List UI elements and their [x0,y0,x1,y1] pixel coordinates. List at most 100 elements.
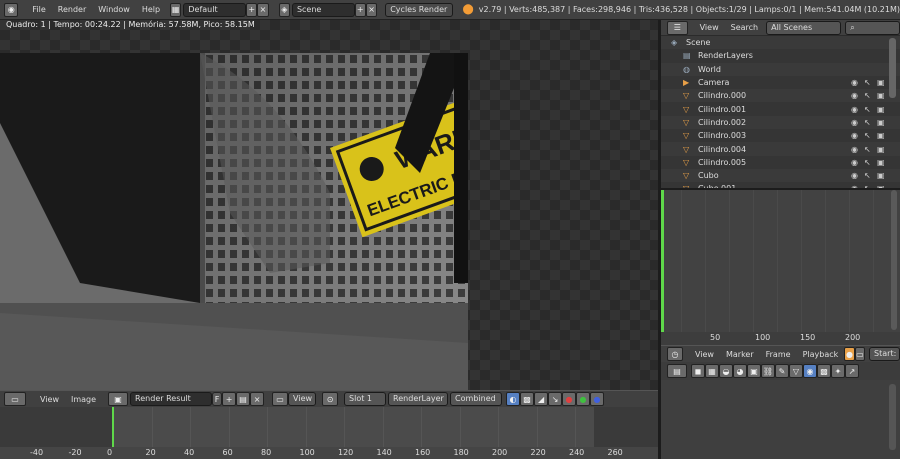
menu-render[interactable]: Render [52,5,92,14]
cursor-icon[interactable]: ↖ [864,171,871,180]
cursor-icon[interactable]: ↖ [864,78,871,87]
properties-scrollbar[interactable] [889,384,896,450]
render-tab-icon[interactable]: ◼ [691,364,705,378]
data-tab-icon[interactable]: ▽ [789,364,803,378]
eye-icon[interactable]: ◉ [851,105,858,114]
draw-rgb-icon[interactable]: ◐ [506,392,521,406]
bottom-timeline[interactable]: -40 -20 0 20 40 60 80 100 120 140 160 180 200 220 240 2… [0,407,658,459]
eye-icon[interactable]: ◉ [851,171,858,180]
start-frame-field[interactable]: Start: [869,347,900,361]
image-browse-icon[interactable]: ▣ [108,392,129,406]
menu-help[interactable]: Help [136,5,166,14]
current-frame-line[interactable] [112,407,114,447]
layout-field[interactable]: Default [183,2,247,17]
eye-icon[interactable]: ◉ [851,145,858,154]
sample-tool-icon[interactable]: ↘ [548,392,563,406]
draw-alpha-icon[interactable]: ▩ [520,392,535,406]
camera-render-icon[interactable]: ▣ [877,105,885,114]
outliner-row[interactable]: ▽ Cilindro.001 ◉ ↖ ▣ [661,102,900,116]
graph-area[interactable]: 50 100 150 200 [661,190,900,345]
timeline-menu-view[interactable]: View [689,350,720,359]
camera-render-icon[interactable]: ▣ [877,118,885,127]
timeline-menu-marker[interactable]: Marker [720,350,760,359]
particles-tab-icon[interactable]: ✦ [831,364,845,378]
modifiers-tab-icon[interactable]: ✎ [775,364,789,378]
render-layers-tab-icon[interactable]: ▦ [705,364,719,378]
outliner[interactable]: ◈ Scene ▤ RenderLayers ◍ World ▶ Camera ◉ ↖ ▣ ▽ Cili… [661,36,900,196]
remove-scene-icon[interactable]: × [365,2,378,17]
cursor-icon[interactable]: ↖ [864,158,871,167]
timeline-type-icon[interactable]: ◷ [667,347,683,361]
camera-render-icon[interactable]: ▣ [877,158,885,167]
pivot-icon[interactable]: ⊙ [322,392,339,406]
object-tab-icon[interactable]: ▣ [747,364,761,378]
menu-window[interactable]: Window [92,5,136,14]
eye-icon[interactable]: ◉ [851,91,858,100]
image-viewer[interactable]: Quadro: 1 | Tempo: 00:24.22 | Memória: 5… [0,20,658,390]
slot-select[interactable]: Slot 1 [344,392,387,406]
cursor-icon[interactable]: ↖ [864,131,871,140]
outliner-row[interactable]: ▽ Cilindro.003 ◉ ↖ ▣ [661,129,900,143]
graph-scrollbar[interactable] [891,190,897,330]
display-mode-select[interactable]: All Scenes [766,20,842,35]
outliner-row[interactable]: ▽ Cilindro.002 ◉ ↖ ▣ [661,116,900,129]
eye-icon[interactable]: ◉ [851,158,858,167]
unlink-image-icon[interactable]: × [250,392,265,406]
editor-type-icon[interactable]: ◉ [4,2,19,17]
new-image-icon[interactable]: + [222,392,237,406]
add-scene-icon[interactable]: + [354,2,366,17]
outliner-row[interactable]: ▽ Cilindro.004 ◉ ↖ ▣ [661,142,900,155]
fake-user-button[interactable]: F [212,392,223,406]
camera-render-icon[interactable]: ▣ [877,131,885,140]
eye-icon[interactable]: ◉ [851,131,858,140]
eye-icon[interactable]: ◉ [851,118,858,127]
camera-render-icon[interactable]: ▣ [877,171,885,180]
texture-tab-icon[interactable]: ▩ [817,364,831,378]
render-engine-select[interactable]: Cycles Render [385,2,453,17]
outliner-search-field[interactable]: ⌕ [845,20,900,35]
open-image-icon[interactable]: ▤ [236,392,251,406]
image-name-field[interactable]: Render Result [130,392,213,406]
layout-icon[interactable]: ▦ [170,2,182,17]
add-layout-icon[interactable]: + [246,2,258,17]
outliner-scrollbar[interactable] [889,38,896,98]
outliner-row[interactable]: ▽ Cilindro.000 ◉ ↖ ▣ [661,89,900,102]
render-pass-select[interactable]: Combined [450,392,503,406]
camera-render-icon[interactable]: ▣ [877,91,885,100]
cursor-icon[interactable]: ↖ [864,145,871,154]
preview-range-icon[interactable]: ▭ [854,347,866,361]
physics-tab-icon[interactable]: ↗ [845,364,859,378]
scene-icon[interactable]: ◈ [278,2,290,17]
timeline-menu-frame[interactable]: Frame [760,350,797,359]
remove-layout-icon[interactable]: × [257,2,269,17]
outliner-row[interactable]: ▶ Camera ◉ ↖ ▣ [661,75,900,90]
eye-icon[interactable]: ◉ [851,78,858,87]
camera-render-icon[interactable]: ▣ [877,145,885,154]
outliner-row[interactable]: ▽ Cubo ◉ ↖ ▣ [661,169,900,182]
draw-zbuffer-icon[interactable]: ◢ [534,392,549,406]
outliner-type-icon[interactable]: ☰ [667,20,688,35]
cursor-icon[interactable]: ↖ [864,91,871,100]
camera-render-icon[interactable]: ▣ [877,78,885,87]
outliner-row[interactable]: ▤ RenderLayers [661,49,900,63]
view-mode-icon[interactable]: ▭ [272,392,289,406]
menu-image[interactable]: Image [65,395,102,404]
outliner-row[interactable]: ◍ World [661,63,900,76]
channel-blue-icon[interactable]: ● [590,392,605,406]
cursor-icon[interactable]: ↖ [864,105,871,114]
cursor-icon[interactable]: ↖ [864,118,871,127]
constraints-tab-icon[interactable]: ⛓ [761,364,775,378]
channel-red-icon[interactable]: ● [562,392,577,406]
record-icon[interactable]: ● [844,347,855,361]
outliner-row[interactable]: ▽ Cilindro.005 ◉ ↖ ▣ [661,155,900,169]
menu-file[interactable]: File [26,5,51,14]
properties-panel[interactable]: ▤ ◼ ▦ ◒ ◕ ▣ ⛓ ✎ ▽ ◉ ▩ ✦ ↗ [661,362,900,459]
scene-field[interactable]: Scene [291,2,355,17]
outliner-menu-search[interactable]: Search [725,23,764,32]
menu-view[interactable]: View [34,395,65,404]
render-layer-select[interactable]: RenderLayer [388,392,449,406]
channel-green-icon[interactable]: ● [576,392,591,406]
outliner-row[interactable]: ◈ Scene [661,36,900,49]
material-tab-icon[interactable]: ◉ [803,364,817,378]
world-tab-icon[interactable]: ◕ [733,364,747,378]
